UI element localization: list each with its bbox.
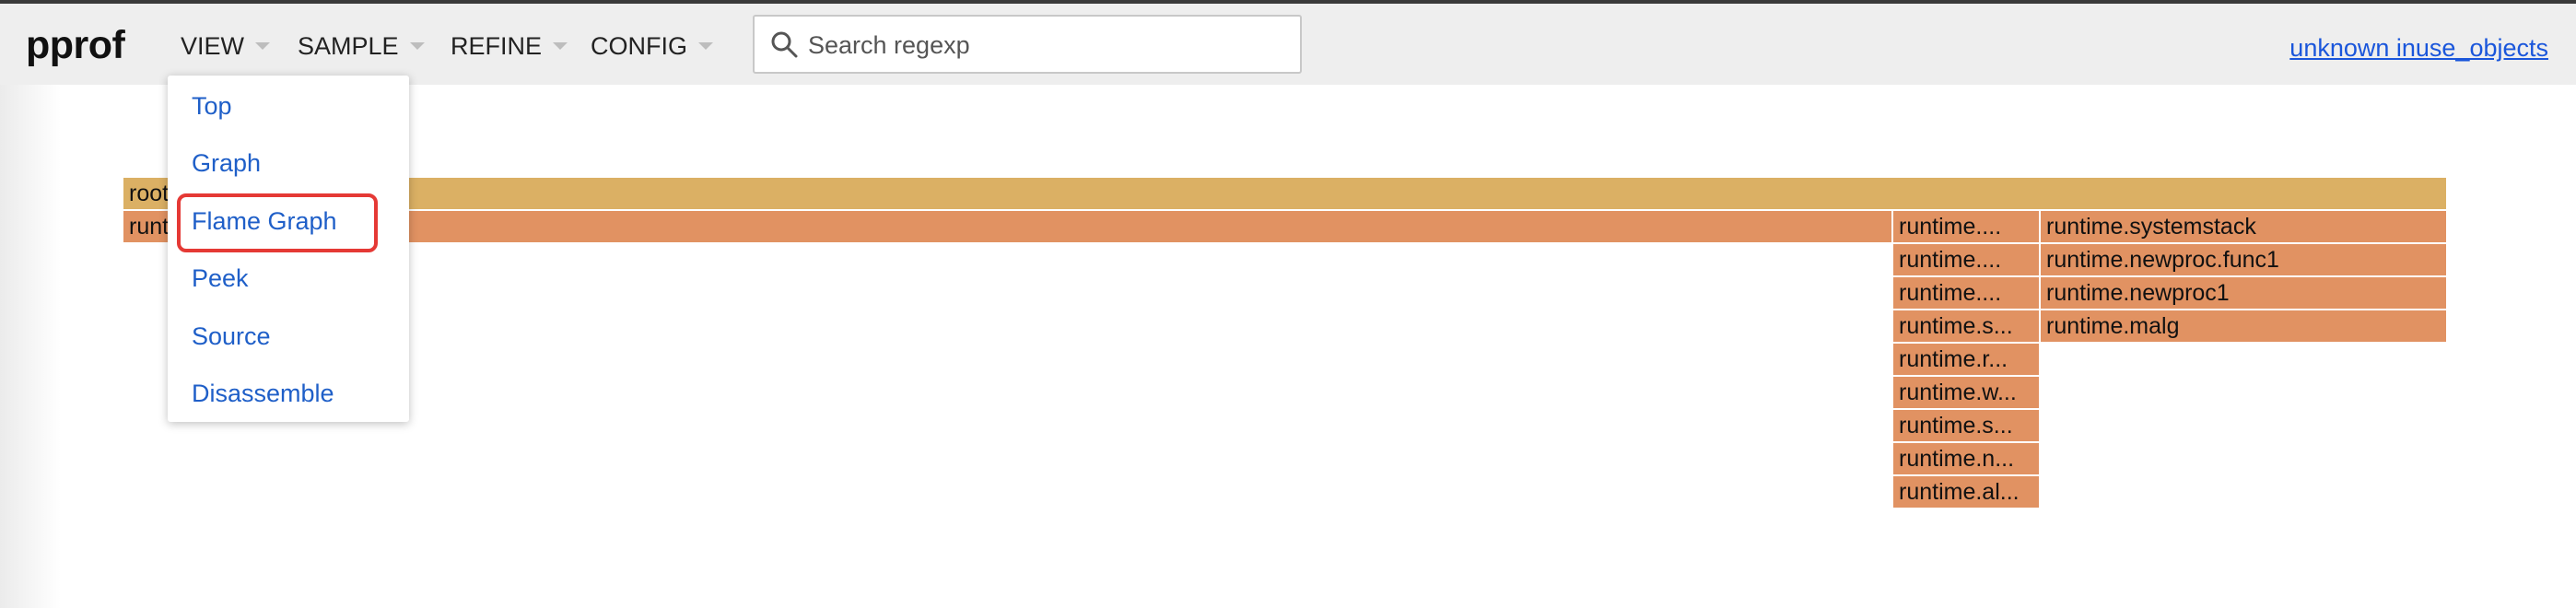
search-input[interactable]: [806, 17, 1289, 74]
left-margin: [0, 85, 61, 608]
flame-frame[interactable]: runtime.s...: [1893, 310, 2041, 342]
view-menu-dropdown: Top Graph Flame Graph Peek Source Disass…: [168, 76, 409, 422]
view-menu-item-top[interactable]: Top: [192, 85, 232, 127]
search-icon: [771, 31, 798, 58]
chevron-down-icon: [698, 41, 713, 50]
chevron-down-icon: [553, 41, 568, 50]
toolbar: pprof VIEW SAMPLE REFINE CONFIG unknown …: [0, 4, 2576, 85]
chevron-down-icon: [409, 41, 425, 50]
view-menu-item-peek[interactable]: Peek: [192, 257, 249, 299]
flame-frame-root[interactable]: root: [123, 178, 2448, 209]
flame-frame[interactable]: runtime....: [1893, 244, 2041, 275]
menu-refine[interactable]: REFINE: [451, 24, 568, 68]
search-box[interactable]: [753, 15, 1302, 74]
flame-frame[interactable]: runtime.s...: [1893, 410, 2041, 441]
menu-refine-label: REFINE: [451, 32, 543, 60]
menu-view[interactable]: VIEW: [181, 24, 271, 68]
menu-sample-label: SAMPLE: [298, 32, 399, 60]
flame-frame[interactable]: runtime.newproc1: [2041, 277, 2448, 309]
menu-config-label: CONFIG: [591, 32, 687, 60]
flame-frame[interactable]: runtime.al...: [1893, 476, 2041, 508]
flame-frame[interactable]: runtime.newproc.func1: [2041, 244, 2448, 275]
flame-frame[interactable]: runtime.systemstack: [2041, 211, 2448, 242]
flame-frame[interactable]: runtime.n...: [1893, 443, 2041, 474]
flame-frame[interactable]: runtime.w...: [1893, 377, 2041, 408]
view-menu-item-flame-graph[interactable]: Flame Graph: [192, 200, 337, 242]
view-menu-item-source[interactable]: Source: [192, 315, 271, 357]
flame-frame[interactable]: runtime.malg: [2041, 310, 2448, 342]
menu-sample[interactable]: SAMPLE: [298, 24, 425, 68]
menu-view-label: VIEW: [181, 32, 245, 60]
app-logo[interactable]: pprof: [26, 13, 125, 77]
chevron-down-icon: [255, 41, 271, 50]
profile-type-link[interactable]: unknown inuse_objects: [2289, 28, 2548, 68]
view-menu-item-graph[interactable]: Graph: [192, 142, 261, 184]
menu-config[interactable]: CONFIG: [591, 24, 713, 68]
view-menu-item-disassemble[interactable]: Disassemble: [192, 372, 334, 415]
flame-frame[interactable]: runtime.r...: [1893, 344, 2041, 375]
flame-frame[interactable]: runtime....: [1893, 277, 2041, 309]
flame-frame[interactable]: runtime....: [1893, 211, 2041, 242]
